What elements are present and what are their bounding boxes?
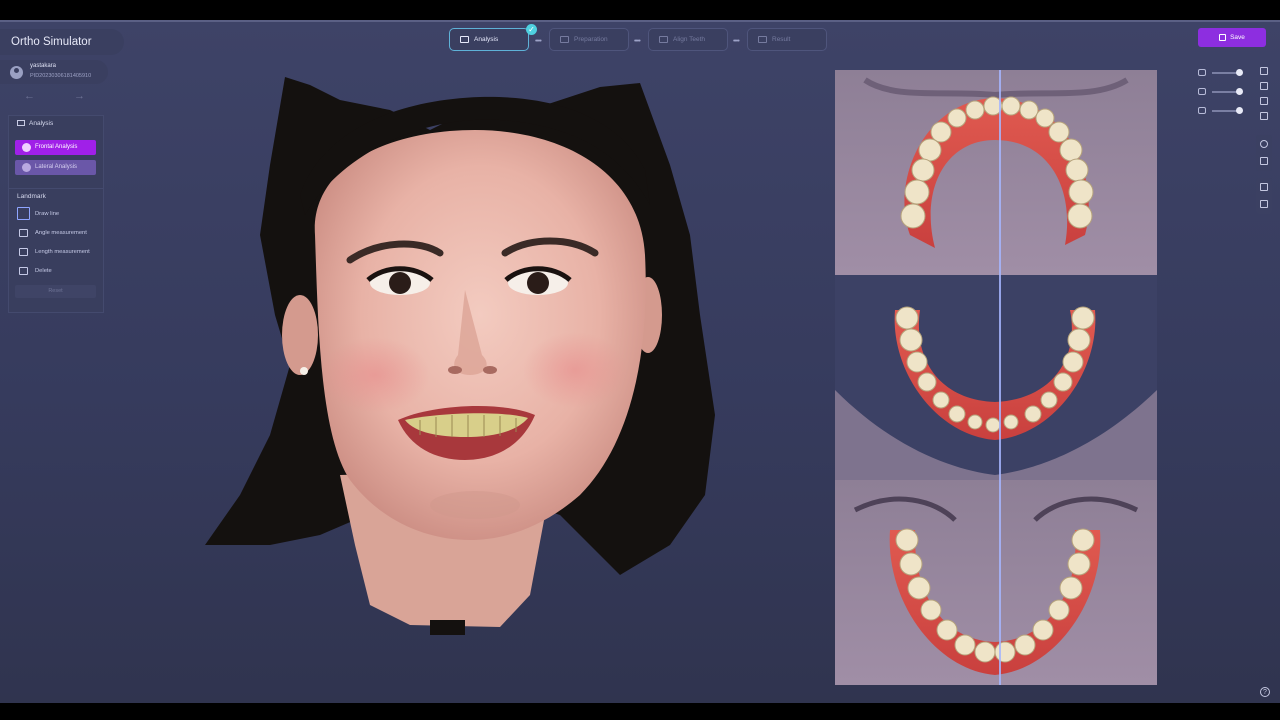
delete-label: Delete xyxy=(35,268,52,274)
patient-id: PID20230306181405910 xyxy=(30,73,92,79)
lateral-analysis-label: Lateral Analysis xyxy=(35,164,78,170)
dental-arch-views[interactable] xyxy=(835,70,1157,685)
face-3d-viewport[interactable] xyxy=(200,75,720,635)
step-connector: •••• xyxy=(535,38,542,45)
face-icon xyxy=(22,143,31,152)
slider-knob[interactable] xyxy=(1236,69,1243,76)
lateral-analysis-button[interactable]: Lateral Analysis xyxy=(15,160,96,175)
arrow-right-icon[interactable]: → xyxy=(74,90,85,102)
draw-line-icon xyxy=(17,207,30,220)
user-avatar-icon xyxy=(10,66,23,79)
draw-line-tool[interactable]: Draw line xyxy=(15,207,59,221)
analysis-panel-title: Analysis xyxy=(29,120,54,127)
step-connector: •••• xyxy=(733,38,740,45)
app-window: Ortho Simulator yastakara PID20230306181… xyxy=(0,20,1280,703)
crosshair-icon[interactable] xyxy=(1260,140,1268,148)
result-step-icon xyxy=(758,36,767,43)
angle-measurement-tool[interactable]: Angle measurement xyxy=(15,226,87,240)
length-measurement-label: Length measurement xyxy=(35,249,90,255)
view-front-icon[interactable] xyxy=(1260,82,1268,90)
user-name: yastakara xyxy=(30,63,57,69)
upper-jaw-opacity-slider[interactable] xyxy=(1198,87,1243,97)
slider-track xyxy=(1212,91,1238,93)
step-result[interactable]: Result xyxy=(747,28,827,51)
save-button[interactable]: Save xyxy=(1198,28,1266,47)
landmark-panel-title: Landmark xyxy=(17,193,46,200)
view-side-icon[interactable] xyxy=(1260,97,1268,105)
step-connector: •••• xyxy=(634,38,641,45)
step-align-teeth-label: Align Teeth xyxy=(673,36,706,43)
length-measurement-tool[interactable]: Length measurement xyxy=(15,245,90,259)
save-label: Save xyxy=(1230,34,1245,41)
step-preparation-label: Preparation xyxy=(574,36,608,43)
lower-arch-view xyxy=(835,275,1157,480)
lower-jaw-opacity-slider[interactable] xyxy=(1198,106,1243,116)
step-result-label: Result xyxy=(772,36,791,43)
angle-measurement-label: Angle measurement xyxy=(35,230,87,236)
lower-jaw-icon[interactable] xyxy=(1260,200,1268,208)
preparation-step-icon xyxy=(560,36,569,43)
upper-arch-view xyxy=(835,70,1157,275)
top-border xyxy=(0,20,1280,22)
view-top-icon[interactable] xyxy=(1260,112,1268,120)
view-3d-icon[interactable] xyxy=(1260,67,1268,75)
step-align-teeth[interactable]: Align Teeth xyxy=(648,28,728,51)
ruler-icon xyxy=(19,248,28,256)
delete-tool[interactable]: Delete xyxy=(15,264,52,278)
occlusal-face-view xyxy=(835,480,1157,685)
face-scan xyxy=(205,77,715,635)
slider-track xyxy=(1212,110,1238,112)
face-opacity-icon xyxy=(1198,69,1206,76)
profile-icon xyxy=(22,163,31,172)
upper-jaw-icon[interactable] xyxy=(1260,183,1268,191)
help-icon[interactable]: ? xyxy=(1260,687,1270,697)
slider-knob[interactable] xyxy=(1236,107,1243,114)
draw-line-label: Draw line xyxy=(35,211,60,217)
lower-jaw-opacity-icon xyxy=(1198,107,1206,114)
arrow-left-icon[interactable]: ← xyxy=(24,90,35,102)
analysis-panel-header: Analysis xyxy=(9,116,103,132)
face-opacity-slider[interactable] xyxy=(1198,68,1243,78)
trash-icon xyxy=(19,267,28,275)
slider-track xyxy=(1212,72,1238,74)
axis-icon[interactable] xyxy=(1260,157,1268,165)
step-preparation[interactable]: Preparation xyxy=(549,28,629,51)
upper-jaw-opacity-icon xyxy=(1198,88,1206,95)
jaw-tool-group xyxy=(1256,178,1272,214)
check-icon: ✓ xyxy=(526,24,537,35)
reset-button[interactable]: Reset xyxy=(15,285,96,298)
landmark-panel: Landmark Draw line Angle measurement Len… xyxy=(8,188,104,313)
align-teeth-step-icon xyxy=(659,36,668,43)
analysis-icon xyxy=(17,120,25,127)
undo-redo-bar: ← → xyxy=(8,90,104,104)
app-title: Ortho Simulator xyxy=(0,29,124,55)
axis-tool-group xyxy=(1256,135,1272,171)
step-analysis-label: Analysis xyxy=(474,36,499,43)
analysis-panel: Analysis Frontal Analysis Lateral Analys… xyxy=(8,115,104,199)
floppy-icon xyxy=(1219,33,1227,41)
slider-knob[interactable] xyxy=(1236,88,1243,95)
angle-icon xyxy=(19,229,28,237)
frontal-analysis-label: Frontal Analysis xyxy=(35,144,78,150)
frontal-analysis-button[interactable]: Frontal Analysis xyxy=(15,140,96,155)
analysis-step-icon xyxy=(460,36,469,43)
step-analysis[interactable]: Analysis xyxy=(449,28,529,51)
user-card[interactable]: yastakara PID20230306181405910 xyxy=(0,60,108,84)
